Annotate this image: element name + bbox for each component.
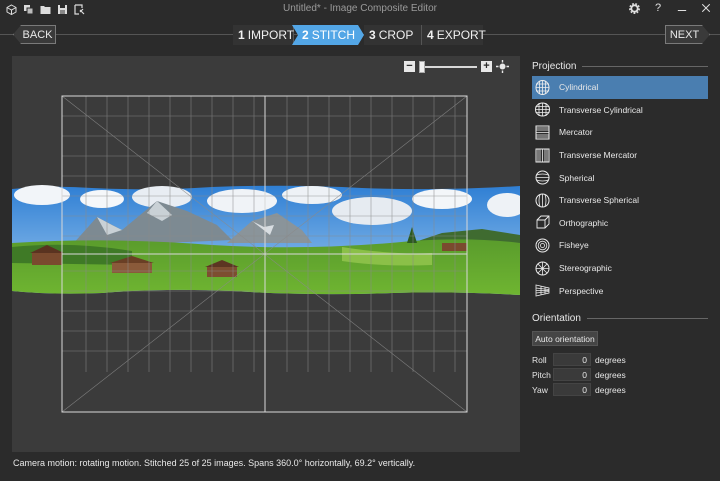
- zoom-in-button[interactable]: +: [481, 61, 492, 72]
- minimize-icon[interactable]: [676, 2, 688, 14]
- new-project-icon[interactable]: [6, 3, 17, 15]
- orientation-title: Orientation: [532, 312, 708, 324]
- zoom-slider[interactable]: [419, 60, 477, 73]
- step-label: STITCH: [311, 28, 356, 42]
- quick-toolbar: [0, 3, 85, 15]
- zoom-control: − +: [404, 60, 509, 73]
- spherical-icon: [534, 169, 551, 186]
- step-number: 3: [369, 28, 376, 42]
- options-icon[interactable]: [74, 3, 85, 15]
- new-panorama-icon[interactable]: [23, 4, 34, 15]
- projection-label: Transverse Cylindrical: [559, 104, 643, 115]
- step-label: CROP: [378, 28, 414, 42]
- roll-row: Roll 0 degrees: [532, 352, 708, 367]
- close-icon[interactable]: [700, 2, 712, 14]
- projection-label: Orthographic: [559, 217, 609, 228]
- yaw-unit: degrees: [595, 384, 626, 395]
- perspective-icon: [534, 282, 551, 299]
- step-label: IMPORT: [247, 28, 295, 42]
- save-icon[interactable]: [57, 4, 68, 15]
- back-button[interactable]: BACK: [13, 25, 56, 44]
- step-tabs: 1 IMPORT 2 STITCH 3 CROP 4 EXPORT: [233, 25, 486, 45]
- transverse-mercator-icon: [534, 147, 551, 164]
- projection-label: Fisheye: [559, 240, 589, 251]
- window-controls: ?: [628, 2, 712, 14]
- roll-input[interactable]: 0: [553, 353, 591, 366]
- pitch-label: Pitch: [532, 369, 551, 380]
- projection-cylindrical[interactable]: Cylindrical: [532, 76, 708, 99]
- projection-orthographic[interactable]: Orthographic: [532, 212, 708, 235]
- stitch-canvas[interactable]: [12, 56, 520, 452]
- projection-list: Cylindrical Transverse Cylindrical Merca…: [532, 76, 708, 302]
- projection-transverse-spherical[interactable]: Transverse Spherical: [532, 189, 708, 212]
- transverse-spherical-icon: [534, 192, 551, 209]
- step-number: 2: [302, 28, 309, 42]
- cylindrical-icon: [534, 79, 551, 96]
- step-stitch[interactable]: 2 STITCH: [292, 25, 364, 45]
- projection-label: Transverse Spherical: [559, 195, 639, 206]
- title-bar: Untitled* - Image Composite Editor ?: [0, 0, 720, 18]
- projection-perspective[interactable]: Perspective: [532, 279, 708, 302]
- yaw-input[interactable]: 0: [553, 383, 591, 396]
- projection-panel: Projection Cylindrical Transverse Cylind…: [532, 60, 708, 302]
- projection-spherical[interactable]: Spherical: [532, 166, 708, 189]
- open-icon[interactable]: [40, 4, 51, 15]
- projection-transverse-cylindrical[interactable]: Transverse Cylindrical: [532, 99, 708, 122]
- projection-label: Transverse Mercator: [559, 150, 638, 161]
- orientation-panel: Orientation Auto orientation Roll 0 degr…: [532, 312, 708, 397]
- zoom-out-button[interactable]: −: [404, 61, 415, 72]
- projection-label: Perspective: [559, 285, 604, 296]
- projection-title-text: Projection: [532, 60, 577, 72]
- step-export[interactable]: 4 EXPORT: [422, 25, 486, 45]
- step-import[interactable]: 1 IMPORT: [233, 25, 294, 45]
- help-icon[interactable]: ?: [652, 2, 664, 14]
- app-title: Untitled* - Image Composite Editor: [283, 3, 437, 14]
- alignment-grid: [61, 95, 468, 413]
- projection-label: Cylindrical: [559, 82, 599, 93]
- projection-stereographic[interactable]: Stereographic: [532, 257, 708, 280]
- status-text: Camera motion: rotating motion. Stitched…: [13, 458, 416, 468]
- auto-orientation-button[interactable]: Auto orientation: [532, 331, 598, 346]
- projection-label: Spherical: [559, 172, 595, 183]
- fisheye-icon: [534, 237, 551, 254]
- projection-label: Mercator: [559, 127, 593, 138]
- projection-title: Projection: [532, 60, 708, 72]
- transverse-cylindrical-icon: [534, 101, 551, 118]
- pitch-unit: degrees: [595, 369, 626, 380]
- roll-label: Roll: [532, 354, 547, 365]
- yaw-row: Yaw 0 degrees: [532, 382, 708, 397]
- next-button[interactable]: NEXT: [665, 25, 710, 44]
- yaw-label: Yaw: [532, 384, 548, 395]
- step-crop[interactable]: 3 CROP: [364, 25, 422, 45]
- zoom-slider-thumb[interactable]: [419, 60, 425, 73]
- orthographic-icon: [534, 214, 551, 231]
- fit-to-window-icon[interactable]: [496, 60, 509, 73]
- mercator-icon: [534, 124, 551, 141]
- pitch-input[interactable]: 0: [553, 368, 591, 381]
- step-label: EXPORT: [436, 28, 486, 42]
- step-number: 1: [238, 28, 245, 42]
- stereographic-icon: [534, 260, 551, 277]
- pitch-row: Pitch 0 degrees: [532, 367, 708, 382]
- projection-transverse-mercator[interactable]: Transverse Mercator: [532, 144, 708, 167]
- projection-mercator[interactable]: Mercator: [532, 121, 708, 144]
- step-number: 4: [427, 28, 434, 42]
- roll-unit: degrees: [595, 354, 626, 365]
- projection-fisheye[interactable]: Fisheye: [532, 234, 708, 257]
- orientation-fields: Roll 0 degrees Pitch 0 degrees Yaw 0 deg…: [532, 352, 708, 397]
- step-navigation: BACK 1 IMPORT 2 STITCH 3 CROP 4 EXPORT NEXT: [0, 25, 720, 45]
- orientation-title-text: Orientation: [532, 312, 581, 324]
- settings-icon[interactable]: [628, 2, 640, 14]
- projection-label: Stereographic: [559, 263, 612, 274]
